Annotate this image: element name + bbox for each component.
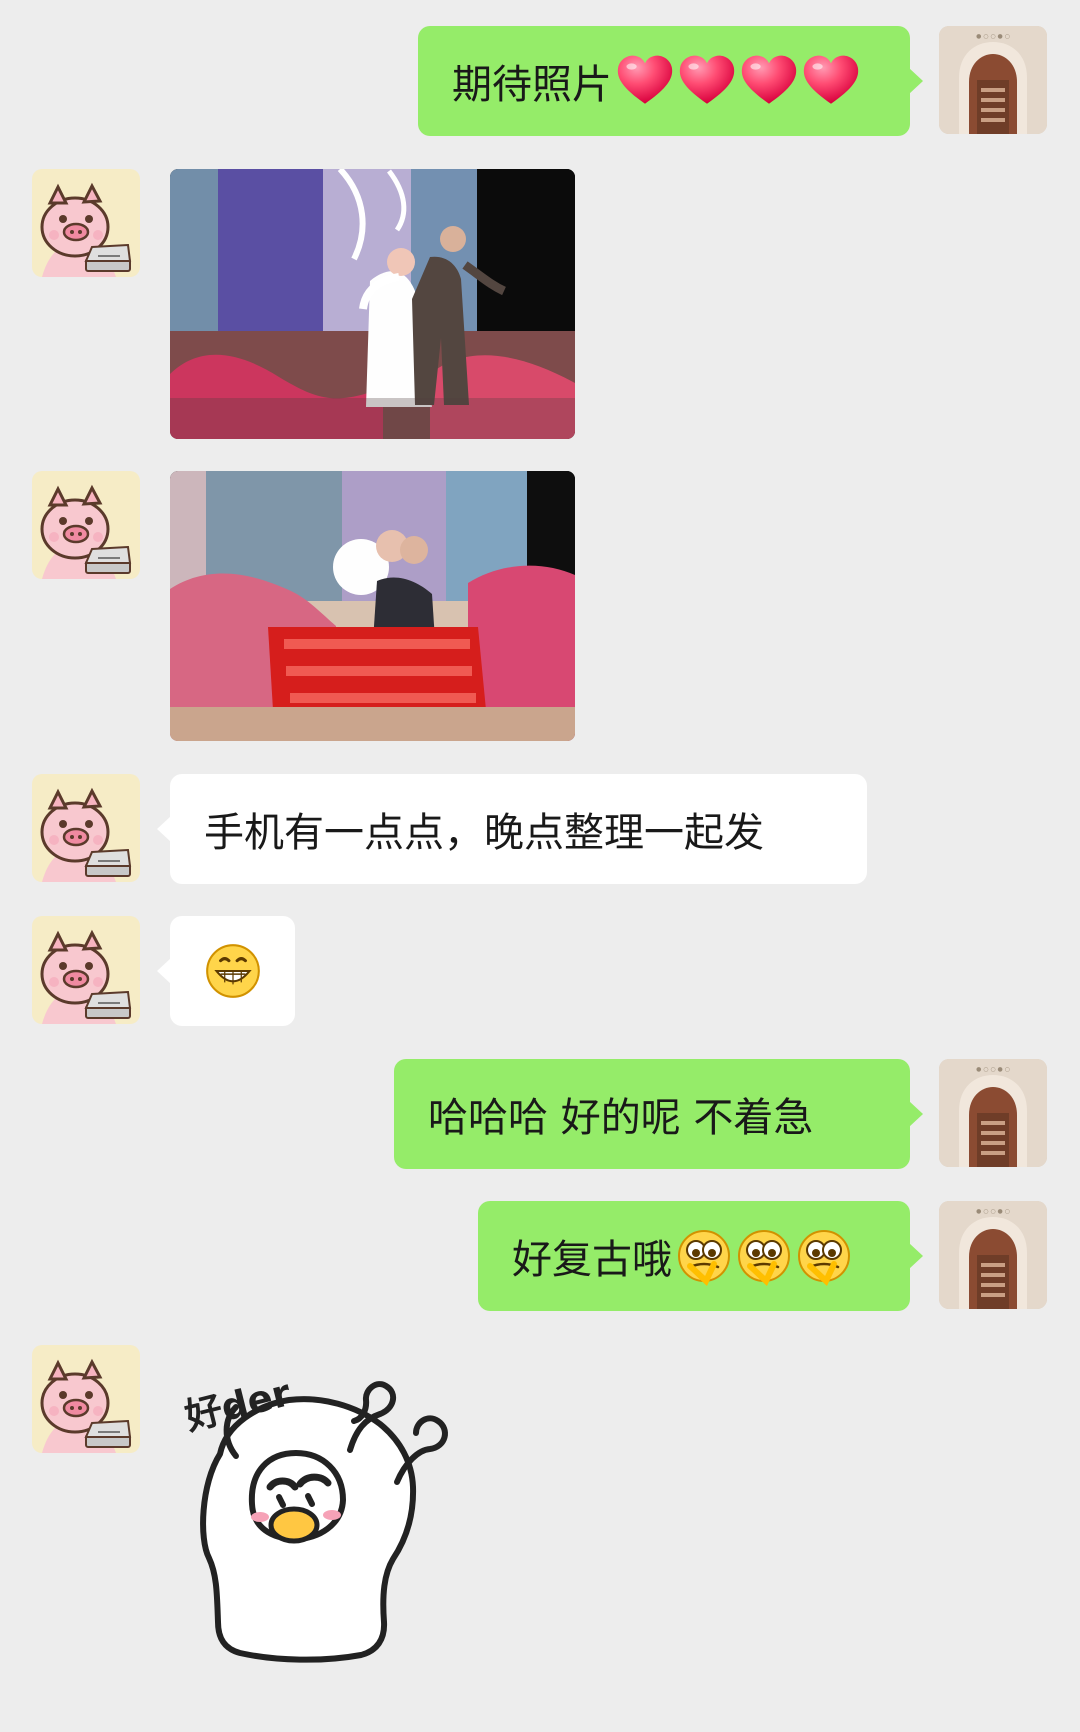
contact-avatar[interactable]: [32, 774, 140, 882]
my-avatar[interactable]: [939, 1059, 1047, 1167]
red-heart-icon: [738, 50, 800, 112]
contact-avatar[interactable]: [32, 1345, 140, 1453]
thinking-face-icon: [794, 1226, 854, 1286]
wedding-photo-1[interactable]: [170, 169, 575, 439]
message-bubble-organize-later[interactable]: 手机有一点点，晚点整理一起发: [157, 774, 867, 884]
thinking-face-icon: [674, 1226, 734, 1286]
contact-avatar[interactable]: [32, 471, 140, 579]
heart-emoji-row: [614, 50, 862, 112]
chat-area: 期待照片 手机有一点点，晚点整理一起发 哈哈哈 好的呢 不着急 好复古哦: [0, 0, 1080, 1732]
message-text: 哈哈哈 好的呢 不着急: [428, 1095, 814, 1141]
message-bubble-no-hurry[interactable]: 哈哈哈 好的呢 不着急: [394, 1059, 923, 1169]
message-text: 期待照片: [452, 62, 612, 108]
wedding-photo-2[interactable]: [170, 471, 575, 741]
message-bubble-expecting-photos[interactable]: 期待照片: [418, 26, 923, 136]
duck-sticker[interactable]: [172, 1365, 492, 1670]
contact-avatar[interactable]: [32, 169, 140, 277]
thinking-emoji-row: [674, 1226, 854, 1286]
message-bubble-grin[interactable]: [157, 916, 295, 1026]
red-heart-icon: [676, 50, 738, 112]
message-bubble-retro[interactable]: 好复古哦: [478, 1201, 923, 1311]
my-avatar[interactable]: [939, 1201, 1047, 1309]
message-text: 手机有一点点，晚点整理一起发: [204, 810, 764, 856]
red-heart-icon: [800, 50, 862, 112]
my-avatar[interactable]: [939, 26, 1047, 134]
message-text: 好复古哦: [512, 1237, 672, 1283]
red-heart-icon: [614, 50, 676, 112]
contact-avatar[interactable]: [32, 916, 140, 1024]
grin-face-icon: [202, 940, 264, 1002]
thinking-face-icon: [734, 1226, 794, 1286]
